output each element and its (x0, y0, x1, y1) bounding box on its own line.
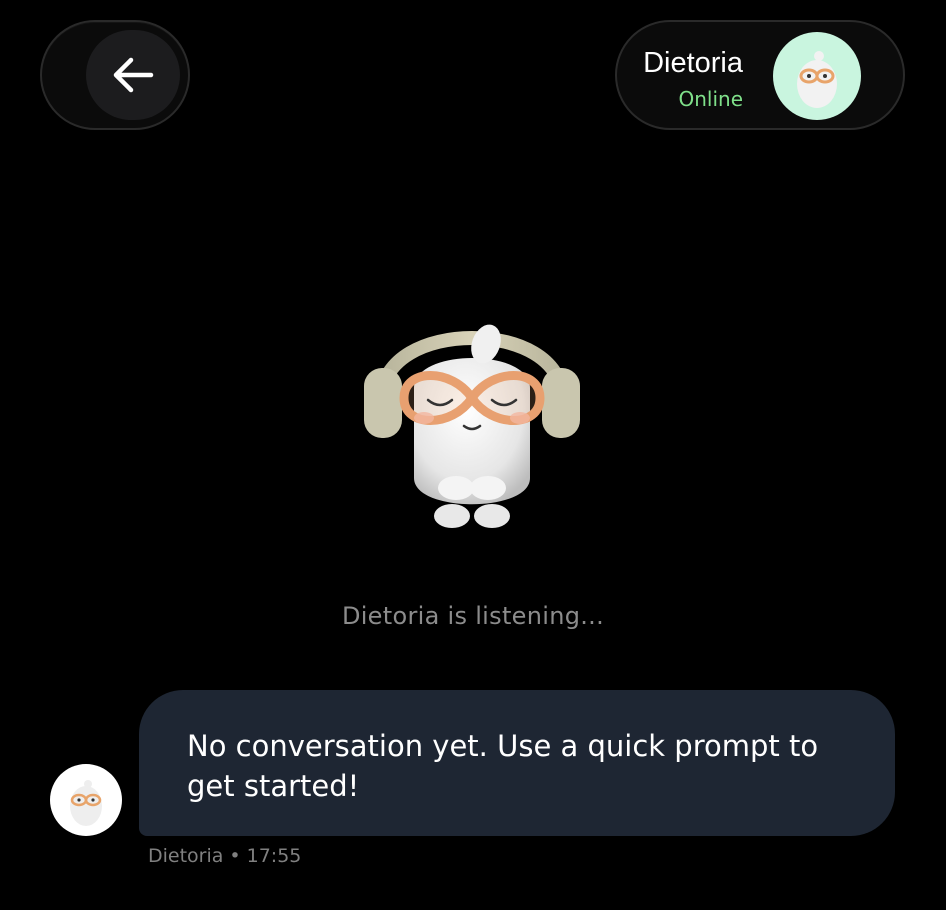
listening-status: Dietoria is listening... (341, 602, 605, 630)
message-sender: Dietoria (148, 845, 224, 867)
contact-info: Dietoria Online (643, 46, 743, 114)
message-time: 17:55 (246, 845, 302, 867)
contact-status: Online (678, 87, 743, 111)
contact-name: Dietoria (643, 47, 743, 79)
mascot-avatar-icon (797, 51, 837, 108)
back-button-container (40, 20, 190, 130)
contact-header[interactable]: Dietoria Online (615, 20, 905, 130)
meta-separator: • (229, 845, 241, 867)
mascot-listening-illustration (352, 288, 592, 538)
message-bubble: No conversation yet. Use a quick prompt … (139, 690, 895, 836)
message-avatar (50, 764, 122, 836)
back-button[interactable] (86, 30, 180, 120)
contact-avatar[interactable] (773, 32, 861, 120)
message-text: No conversation yet. Use a quick prompt … (187, 729, 819, 803)
arrow-left-icon (113, 57, 154, 93)
message-meta: Dietoria • 17:55 (148, 845, 301, 867)
mascot-avatar-icon (70, 780, 102, 826)
